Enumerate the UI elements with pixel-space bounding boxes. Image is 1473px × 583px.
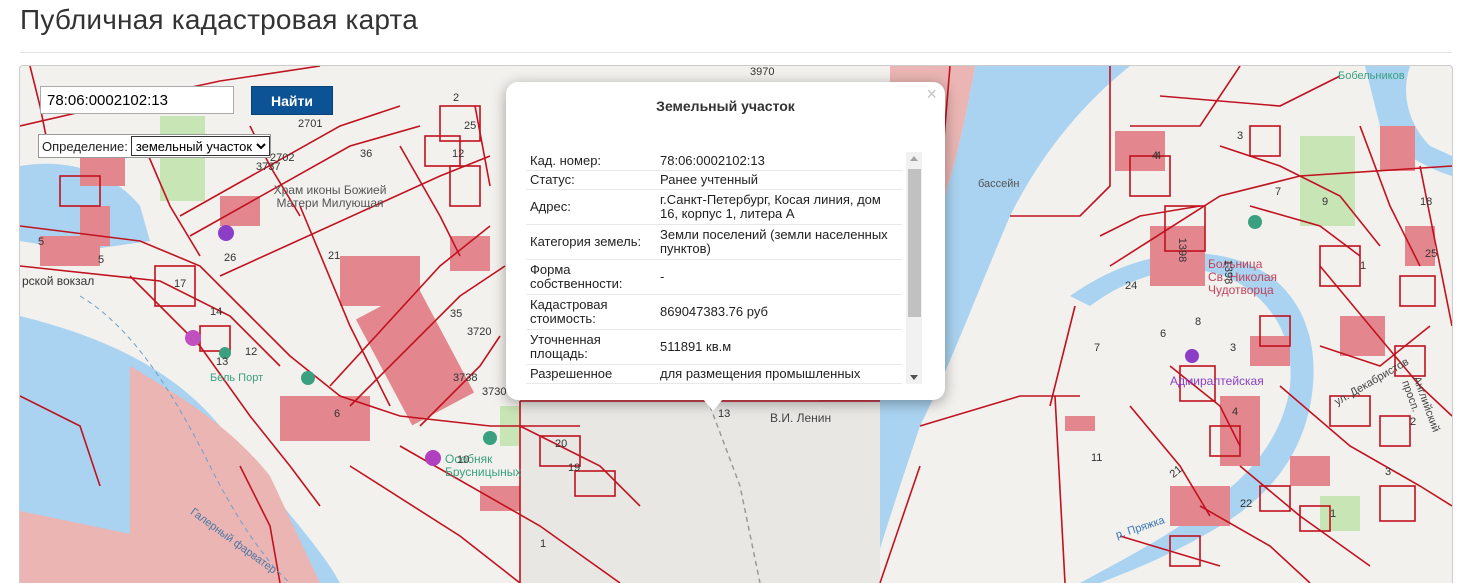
- table-row: Статус: Ранее учтенный: [526, 170, 902, 190]
- definition-select[interactable]: земельный участок: [130, 136, 270, 156]
- map-label-basin: бассейн: [978, 178, 1020, 190]
- table-row: Категория земель: Земли поселений (земли …: [526, 224, 902, 260]
- info-value: 78:06:0002102:13: [656, 152, 902, 171]
- info-key: Уточненная площадь:: [526, 329, 656, 365]
- parcel-number: 4: [1232, 406, 1239, 418]
- info-key: Кадастровая стоимость:: [526, 294, 656, 330]
- definition-control: Определение: земельный участок: [38, 134, 271, 158]
- info-key: Разрешенное: [526, 364, 656, 384]
- info-key: Адрес:: [526, 189, 656, 225]
- search-button[interactable]: Найти: [251, 86, 333, 115]
- cadastral-map[interactable]: Храм иконы Божией Матери Милующая рской …: [19, 65, 1453, 583]
- table-row: Разрешенное для размещения промышленных: [526, 364, 902, 384]
- definition-label: Определение:: [42, 138, 128, 154]
- map-label-lenin: В.И. Ленин: [770, 411, 832, 425]
- parcel-number: 17: [174, 278, 187, 290]
- parcel-number: 12: [452, 148, 465, 160]
- scroll-up-icon[interactable]: [910, 156, 918, 161]
- parcel-number: 18: [1420, 196, 1433, 208]
- info-key: Форма собственности:: [526, 259, 656, 295]
- parcel-number: 3: [1230, 342, 1237, 354]
- info-value: Ранее учтенный: [656, 170, 902, 190]
- info-value: г.Санкт-Петербург, Косая линия, дом 16, …: [656, 189, 902, 225]
- scroll-down-icon[interactable]: [910, 375, 918, 380]
- parcel-info-popup: × Земельный участок Кад. номер: 78:06:000…: [506, 82, 945, 400]
- parcel-number: 1: [540, 538, 547, 550]
- parcel-number: 1: [1330, 508, 1337, 520]
- parcel-number: 2: [1410, 416, 1417, 428]
- map-label-bel-port: Бель Порт: [210, 372, 264, 384]
- parcel-number: 25: [464, 120, 477, 132]
- popup-scrollbar[interactable]: [906, 152, 922, 384]
- parcel-number: 7: [1275, 186, 1282, 198]
- map-label-station: рской вокзал: [22, 274, 95, 288]
- parcel-number: 2: [453, 92, 460, 104]
- search-input[interactable]: [40, 86, 234, 114]
- scroll-thumb[interactable]: [908, 169, 921, 317]
- table-row: Форма собственности: -: [526, 259, 902, 295]
- parcel-number: 1398: [1222, 259, 1235, 285]
- map-label-bolnitsa: Больница Св. Николая Чудотворца: [1208, 257, 1278, 297]
- parcel-number: 19: [568, 462, 581, 474]
- table-row: Уточненная площадь: 511891 кв.м: [526, 329, 902, 365]
- parcel-info-table: Кад. номер: 78:06:0002102:13 Статус: Ранее…: [526, 152, 902, 384]
- parcel-number: 3738: [453, 372, 478, 384]
- parcel-number: 36: [360, 148, 373, 160]
- map-label-admiralteyskaya: Адмиралтейская: [1170, 374, 1264, 388]
- popup-pointer: [703, 399, 723, 411]
- title-divider: [20, 52, 1452, 53]
- table-row: Адрес: г.Санкт-Петербург, Косая линия, до…: [526, 189, 902, 225]
- parcel-number: 6: [1160, 328, 1167, 340]
- popup-title: Земельный участок: [656, 98, 795, 114]
- parcel-number: 21: [328, 250, 341, 262]
- info-key: Категория земель:: [526, 224, 656, 260]
- parcel-number: 14: [210, 306, 223, 318]
- popup-body[interactable]: Кад. номер: 78:06:0002102:13 Статус: Ранее…: [526, 152, 922, 384]
- info-value: -: [656, 259, 902, 295]
- parcel-number: 8: [1195, 316, 1202, 328]
- parcel-number: 3970: [750, 66, 775, 78]
- parcel-number: 5: [38, 236, 45, 248]
- parcel-number: 1: [1360, 260, 1367, 272]
- map-label-bobelnikov: Бобельников: [1338, 70, 1405, 82]
- info-key: Статус:: [526, 170, 656, 190]
- parcel-number: 2702: [270, 152, 295, 164]
- parcel-number: 10: [457, 454, 470, 466]
- info-key: Кад. номер:: [526, 152, 656, 171]
- parcel-number: 6: [334, 408, 341, 420]
- parcel-number: 11: [1091, 452, 1103, 464]
- parcel-number: 3730: [482, 386, 507, 398]
- parcel-number: 26: [224, 252, 237, 264]
- parcel-number: 12: [245, 346, 258, 358]
- page-title: Публичная кадастровая карта: [20, 4, 419, 35]
- parcel-number: 13: [216, 356, 229, 368]
- parcel-number: 1398: [1176, 237, 1189, 263]
- map-label-church: Храм иконы Божией Матери Милующая: [273, 183, 387, 210]
- parcel-number: 3: [1237, 130, 1244, 142]
- parcel-number: 2701: [298, 118, 323, 130]
- info-value: 869047383.76 руб: [656, 294, 902, 330]
- parcel-number: 5: [98, 254, 105, 266]
- info-value: для размещения промышленных: [656, 364, 902, 384]
- info-value: 511891 кв.м: [656, 329, 902, 365]
- table-row: Кад. номер: 78:06:0002102:13: [526, 152, 902, 171]
- parcel-number: 22: [1240, 498, 1253, 510]
- parcel-number: 3720: [467, 326, 492, 338]
- parcel-number: 20: [555, 438, 568, 450]
- info-value: Земли поселений (земли населенных пункто…: [656, 224, 902, 260]
- table-row: Кадастровая стоимость: 869047383.76 руб: [526, 294, 902, 330]
- parcel-number: 35: [450, 308, 463, 320]
- parcel-number: 24: [1125, 280, 1138, 292]
- parcel-number: 7: [1094, 342, 1101, 354]
- parcel-number: 4: [1152, 150, 1159, 162]
- parcel-number: 9: [1322, 196, 1329, 208]
- parcel-number: 3: [1385, 466, 1392, 478]
- parcel-number: 25: [1425, 248, 1438, 260]
